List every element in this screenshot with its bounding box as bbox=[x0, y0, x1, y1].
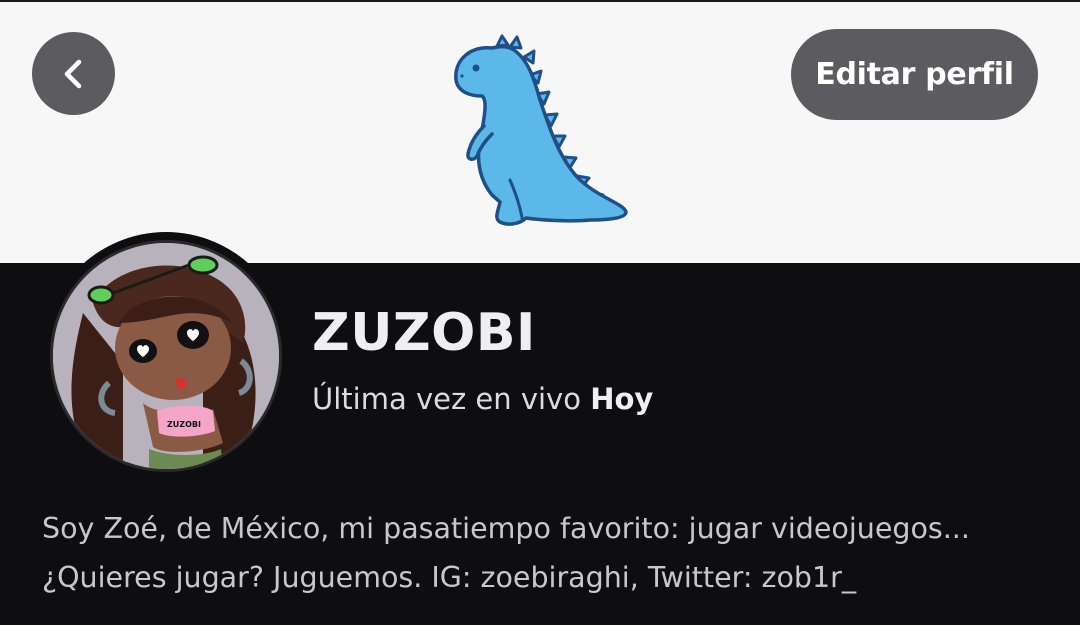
bio-line: Soy Zoé, de México, mi pasatiempo favori… bbox=[42, 512, 970, 545]
last-live-status: Última vez en vivo Hoy bbox=[312, 382, 653, 416]
channel-display-name: ZUZOBI bbox=[312, 303, 536, 363]
chevron-left-icon bbox=[64, 59, 81, 88]
back-button[interactable] bbox=[32, 32, 115, 115]
avatar-image: ZUZOBI bbox=[50, 240, 282, 472]
profile-page: Editar perfil ZUZOBI ZUZOBI Última vez e… bbox=[0, 0, 1080, 625]
shirt-text: ZUZOBI bbox=[167, 420, 201, 429]
avatar[interactable]: ZUZOBI bbox=[42, 232, 290, 480]
last-live-value: Hoy bbox=[590, 382, 654, 416]
profile-banner: Editar perfil bbox=[0, 0, 1080, 263]
blue-dinosaur-illustration bbox=[454, 34, 628, 226]
last-live-label: Última vez en vivo bbox=[312, 382, 581, 416]
edit-profile-button[interactable]: Editar perfil bbox=[791, 29, 1038, 120]
cartoon-girl-avatar-illustration: ZUZOBI bbox=[53, 243, 279, 469]
bio-line: ¿Quieres jugar? Juguemos. IG: zoebiraghi… bbox=[42, 561, 857, 594]
channel-bio: Soy Zoé, de México, mi pasatiempo favori… bbox=[42, 504, 1052, 602]
top-divider bbox=[0, 0, 1080, 2]
